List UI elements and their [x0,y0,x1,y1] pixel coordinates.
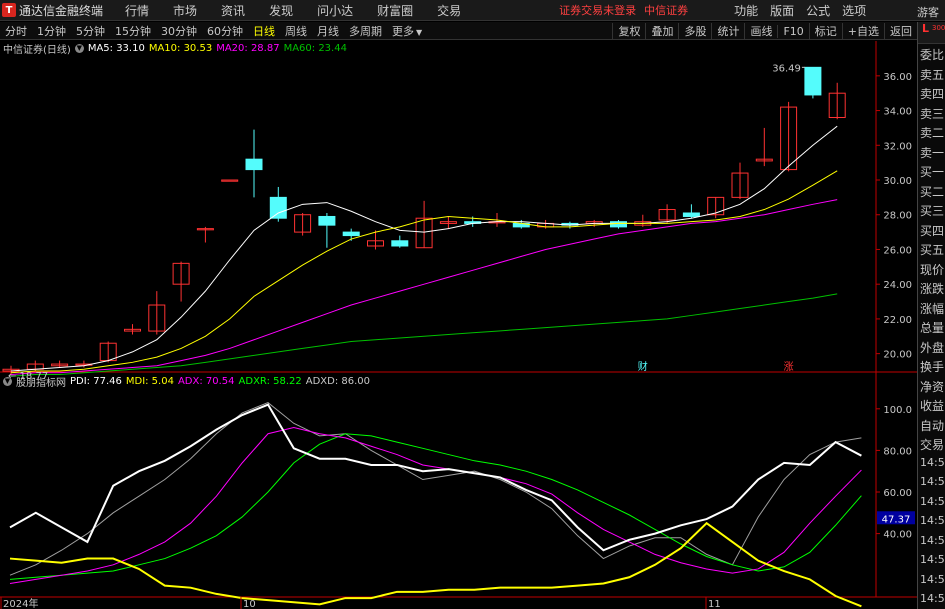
guest-user[interactable]: 游客 [917,4,939,20]
settings-dot-icon[interactable]: ▼ [3,377,12,386]
side-item[interactable]: 14:56 [920,592,945,605]
x-tick-label: 11 [708,599,721,609]
indicator-line [9,401,862,576]
side-item[interactable]: 14:56 [920,514,945,527]
candle-body [682,212,700,217]
y-tick-label: 100.0 [883,405,912,416]
high-price-label: 36.49 [772,63,801,74]
pdi-value: PDI: 77.46 [70,376,122,387]
y-tick-label: 40.00 [883,530,912,541]
stock-title: 中信证券(日线) [3,45,71,56]
candle-body [245,158,263,171]
ma60-value: MA60: 23.44 [283,43,347,54]
side-item[interactable]: 卖四 [920,85,945,102]
ma10-value: MA10: 30.53 [148,43,213,54]
side-item[interactable]: 卖二 [920,124,945,141]
y-tick-label: 34.00 [883,107,912,118]
side-panel: L 300 委比卖五卖四卖三卖二卖一买一买二买三买四买五现价涨跌涨幅总量外盘换手… [917,22,945,609]
current-value-label: 47.37 [882,514,911,525]
side-item[interactable]: 交易 [920,436,945,453]
side-item[interactable]: 买四 [920,222,945,239]
side-item[interactable]: 买一 [920,163,945,180]
candle-body [342,231,360,237]
side-item[interactable]: 14:56 [920,456,945,469]
side-item[interactable]: 涨幅 [920,300,945,317]
ma-line [10,293,838,377]
side-item[interactable]: 14:56 [920,573,945,586]
side-item[interactable]: 换手 [920,358,945,375]
x-tick-label: 10 [243,599,256,609]
candle-body [804,66,822,96]
adxd-value: ADXD: 86.00 [305,376,371,387]
side-item[interactable]: 现价 [920,261,945,278]
finance-marker: 财 [638,360,648,373]
side-item[interactable]: 14:56 [920,534,945,547]
side-item[interactable]: 委比 [920,46,945,63]
side-item[interactable]: 外盘 [920,339,945,356]
indicator-legend: ▼ 股朋指标网 PDI: 77.46 MDI: 5.04 ADX: 70.54 … [3,374,370,389]
y-tick-label: 32.00 [883,141,912,152]
side-item[interactable]: 自动 [920,417,945,434]
y-tick-label: 36.00 [883,72,912,83]
mdi-value: MDI: 5.04 [125,376,174,387]
settings-dot-icon[interactable]: ▼ [74,44,84,53]
side-item[interactable]: 14:56 [920,553,945,566]
adx-value: ADX: 70.54 [177,376,235,387]
main-chart-legend: 中信证券(日线) ▼ MA5: 33.10 MA10: 30.53 MA20: … [3,41,347,56]
side-item[interactable]: 买二 [920,183,945,200]
side-item[interactable]: 净资 [920,378,945,395]
side-item[interactable]: 14:56 [920,475,945,488]
side-badge: L 300 [918,22,945,44]
x-tick-label: 2024年 [3,597,38,609]
y-tick-label: 30.00 [883,176,912,187]
side-item[interactable]: 收益 [920,397,945,414]
ma5-value: MA5: 33.10 [87,43,145,54]
indicator-name: 股朋指标网 [16,378,66,389]
side-item[interactable]: 买五 [920,241,945,258]
y-tick-label: 28.00 [883,211,912,222]
kline-chart[interactable]: 20.00 22.00 24.00 26.00 28.00 30.00 32.00 34.00… [0,0,917,609]
candle-body [391,240,409,247]
y-tick-label: 26.00 [883,245,912,256]
ma-line [10,125,838,372]
adxr-value: ADXR: 58.22 [238,376,302,387]
y-tick-label: 20.00 [883,350,912,361]
side-item[interactable]: 卖一 [920,144,945,161]
candle-body [269,196,287,219]
side-item[interactable]: 总量 [920,319,945,336]
y-tick-label: 80.00 [883,446,912,457]
y-tick-label: 22.00 [883,315,912,326]
y-tick-label: 60.00 [883,488,912,499]
rise-marker: 涨 [784,361,794,373]
candle-body [318,215,336,226]
side-item[interactable]: 买三 [920,202,945,219]
y-tick-label: 24.00 [883,280,912,291]
side-item[interactable]: 14:56 [920,495,945,508]
side-item[interactable]: 卖五 [920,66,945,83]
side-item[interactable]: 卖三 [920,105,945,122]
candle-body [221,179,239,182]
ma20-value: MA20: 28.87 [216,43,280,54]
side-item[interactable]: 涨跌 [920,280,945,297]
